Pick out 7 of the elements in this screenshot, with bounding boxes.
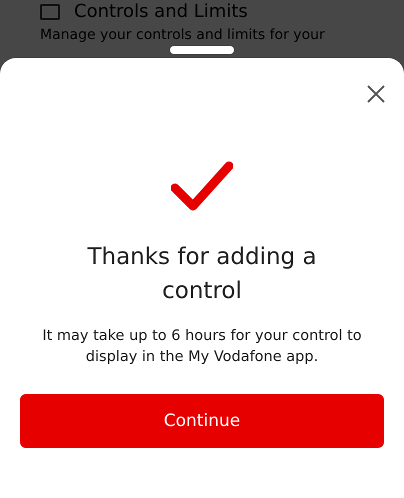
continue-button[interactable]: Continue — [20, 394, 384, 448]
success-heading: Thanks for adding a control — [86, 243, 318, 306]
success-message: It may take up to 6 hours for your control to display in the My Vodafone app. — [41, 327, 363, 367]
drag-handle[interactable] — [170, 46, 234, 54]
close-icon[interactable] — [366, 84, 386, 104]
section-title: Controls and Limits — [74, 2, 248, 22]
section-description: Manage your controls and limits for your — [40, 26, 326, 44]
